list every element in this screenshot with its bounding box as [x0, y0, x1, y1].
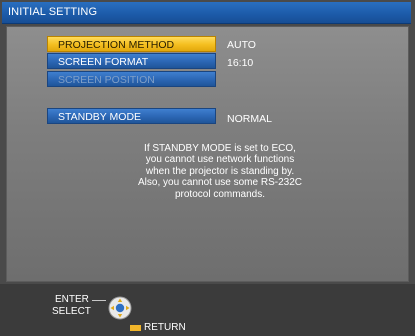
- menu-item-projection-method[interactable]: PROJECTION METHOD: [47, 36, 216, 52]
- menu-item-screen-position: SCREEN POSITION: [47, 71, 216, 87]
- return-key-icon: [130, 325, 141, 331]
- enter-label: ENTER: [55, 294, 89, 305]
- return-label: RETURN: [144, 322, 186, 333]
- osd-window: INITIAL SETTING PROJECTION METHOD AUTO S…: [0, 0, 415, 336]
- menu-item-label: SCREEN FORMAT: [58, 56, 149, 68]
- title-bar: INITIAL SETTING: [2, 2, 411, 24]
- standby-info-message: If STANDBY MODE is set to ECO, you canno…: [95, 143, 345, 200]
- directional-pad-icon: [108, 296, 132, 320]
- menu-item-label: SCREEN POSITION: [58, 74, 155, 86]
- message-line: when the projector is standing by.: [145, 165, 295, 177]
- message-line: protocol commands.: [174, 188, 266, 200]
- screen-format-value: 16:10: [227, 57, 254, 69]
- projection-method-value: AUTO: [227, 39, 256, 51]
- menu-item-label: PROJECTION METHOD: [58, 39, 175, 51]
- menu-item-label: STANDBY MODE: [58, 111, 142, 123]
- select-label: SELECT: [52, 306, 91, 317]
- menu-title: INITIAL SETTING: [8, 6, 98, 18]
- enter-pointer-line: [92, 300, 106, 301]
- standby-mode-value: NORMAL: [227, 113, 272, 125]
- menu-item-screen-format[interactable]: SCREEN FORMAT: [47, 53, 216, 69]
- menu-item-standby-mode[interactable]: STANDBY MODE: [47, 108, 216, 124]
- message-line: Also, you cannot use some RS-232C: [138, 177, 302, 189]
- message-line: If STANDBY MODE is set to ECO,: [144, 143, 296, 154]
- message-line: you cannot use network functions: [145, 154, 295, 166]
